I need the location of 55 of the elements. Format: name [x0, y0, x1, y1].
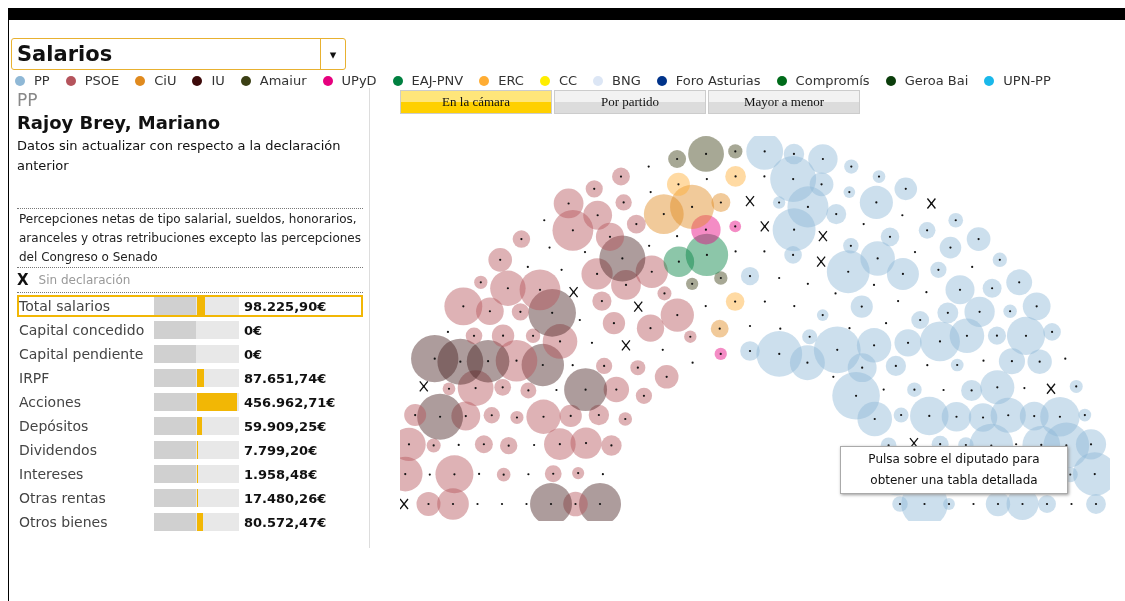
asset-value: 1.958,48€ [244, 466, 318, 482]
asset-label: Depósitos [19, 418, 90, 434]
legend-label: Compromís [795, 73, 870, 88]
legend-label: PP [34, 73, 50, 88]
asset-value: 87.651,74€ [244, 370, 327, 386]
asset-row[interactable]: Acciones 456.962,71€ [17, 391, 363, 413]
asset-label: Otras rentas [19, 490, 107, 506]
no-declaration-label: Sin declaración [38, 273, 131, 287]
deputy-name: Rajoy Brey, Mariano [17, 112, 222, 133]
category-description: Percepciones netas de tipo salarial, sueldos, honorarios, aranceles y otras retribuciones excepto las percepciones del Congreso o Senado [17, 208, 363, 268]
party-label: PP [17, 90, 39, 110]
view-tab[interactable]: En la cámara [400, 90, 552, 114]
legend-label: IU [211, 73, 225, 88]
update-note: Datos sin actualizar con respecto a la declaración anterior [17, 137, 342, 175]
asset-row[interactable]: Total salarios 98.225,90€ [17, 295, 363, 317]
asset-label: Total salarios [19, 298, 111, 314]
asset-row[interactable]: IRPF 87.651,74€ [17, 367, 363, 389]
legend-label: BNG [612, 73, 641, 88]
legend-label: CiU [154, 73, 177, 88]
legend-label: UPN-PP [1003, 73, 1051, 88]
asset-value: 456.962,71€ [244, 394, 336, 410]
asset-value: 80.572,47€ [244, 514, 327, 530]
asset-row[interactable]: Intereses 1.958,48€ [17, 463, 363, 485]
view-tab[interactable]: Mayor a menor [708, 90, 860, 114]
asset-row[interactable]: Otras rentas 17.480,26€ [17, 487, 363, 509]
asset-value: 0€ [244, 346, 263, 362]
asset-label: Acciones [19, 394, 82, 410]
legend-label: Amaiur [259, 73, 307, 88]
asset-value: 59.909,25€ [244, 418, 327, 434]
legend-label: EAJ-PNV [411, 73, 464, 88]
asset-value: 98.225,90€ [244, 298, 327, 314]
legend-label: Foro Asturias [675, 73, 761, 88]
asset-label: Capital pendiente [19, 346, 145, 362]
asset-label: Dividendos [19, 442, 98, 458]
legend-label: UPyD [341, 73, 377, 88]
asset-row[interactable]: Dividendos 7.799,20€ [17, 439, 363, 461]
legend-label: CC [558, 73, 578, 88]
topic-dropdown[interactable]: Salarios ▾ [11, 38, 346, 70]
view-tab[interactable]: Por partido [554, 90, 706, 114]
asset-label: Otros bienes [19, 514, 109, 530]
legend-label: Geroa Bai [904, 73, 969, 88]
asset-row[interactable]: Capital pendiente 0€ [17, 343, 363, 365]
asset-value: 7.799,20€ [244, 442, 318, 458]
asset-value: 0€ [244, 322, 263, 338]
hint-tooltip: Pulsa sobre el diputado para obtener una tabla detallada [840, 446, 1068, 494]
asset-row[interactable]: Otros bienes 80.572,47€ [17, 511, 363, 533]
asset-label: Capital concedido [19, 322, 146, 338]
legend-label: PSOE [84, 73, 120, 88]
legend-label: ERC [498, 73, 524, 88]
no-declaration-mark: X [17, 271, 29, 289]
asset-row[interactable]: Capital concedido 0€ [17, 319, 363, 341]
asset-row[interactable]: Depósitos 59.909,25€ [17, 415, 363, 437]
asset-label: IRPF [19, 370, 51, 386]
asset-value: 17.480,26€ [244, 490, 327, 506]
asset-label: Intereses [19, 466, 85, 482]
